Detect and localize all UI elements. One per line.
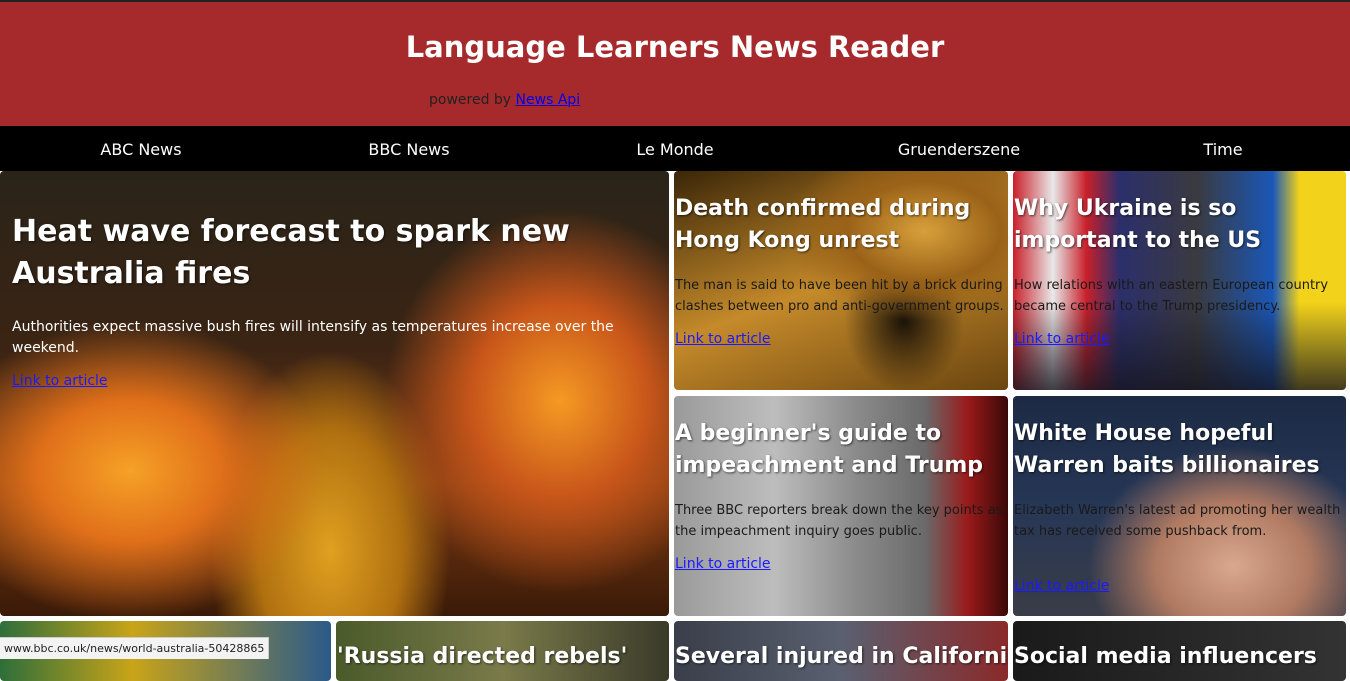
article-link[interactable]: Link to article: [1014, 331, 1110, 347]
article-card: A beginner's guide to impeachment and Tr…: [674, 396, 1008, 616]
article-card: White House hopeful Warren baits billion…: [1013, 396, 1346, 616]
article-description: How relations with an eastern European c…: [1014, 278, 1329, 314]
article-description: Three BBC reporters break down the key p…: [675, 503, 1003, 539]
powered-by-label: powered by: [429, 92, 512, 108]
nav-item-le-monde[interactable]: Le Monde: [636, 126, 713, 171]
powered-by: powered by News Api: [429, 92, 580, 108]
article-card: Why Ukraine is so important to the US Ho…: [1013, 171, 1346, 390]
article-description: The man is said to have been hit by a br…: [675, 278, 1004, 314]
article-title: Heat wave forecast to spark new Australi…: [12, 214, 570, 291]
article-title: Several injured in California: [675, 644, 1008, 669]
article-title: White House hopeful Warren baits billion…: [1014, 421, 1320, 478]
article-link[interactable]: Link to article: [12, 373, 108, 389]
article-title: Death confirmed during Hong Kong unrest: [675, 196, 971, 253]
nav-item-gruenderszene[interactable]: Gruenderszene: [898, 126, 1020, 171]
article-title: Social media influencers: [1014, 644, 1317, 669]
page-title: Language Learners News Reader: [405, 30, 945, 64]
article-link[interactable]: Link to article: [1014, 578, 1110, 594]
article-description: Elizabeth Warren's latest ad promoting h…: [1014, 503, 1341, 539]
article-title: A beginner's guide to impeachment and Tr…: [675, 421, 984, 478]
news-api-link[interactable]: News Api: [516, 92, 581, 108]
article-title: 'Russia directed rebels': [337, 644, 628, 669]
article-title: Why Ukraine is so important to the US: [1014, 196, 1262, 253]
source-nav: ABC News BBC News Le Monde Gruenderszene…: [0, 126, 1350, 171]
page-header: Language Learners News Reader powered by…: [0, 0, 1350, 126]
article-link[interactable]: Link to article: [675, 556, 771, 572]
status-bar-url: www.bbc.co.uk/news/world-australia-50428…: [0, 637, 270, 659]
nav-item-time[interactable]: Time: [1203, 126, 1242, 171]
nav-item-bbc-news[interactable]: BBC News: [368, 126, 449, 171]
article-card: 'Russia directed rebels': [336, 621, 669, 681]
article-description: Authorities expect massive bush fires wi…: [12, 319, 614, 356]
article-card: Social media influencers: [1013, 621, 1346, 681]
article-card: Heat wave forecast to spark new Australi…: [0, 171, 669, 616]
article-link[interactable]: Link to article: [675, 331, 771, 347]
article-card: Death confirmed during Hong Kong unrest …: [674, 171, 1008, 390]
nav-item-abc-news[interactable]: ABC News: [100, 126, 181, 171]
article-card: Several injured in California: [674, 621, 1008, 681]
